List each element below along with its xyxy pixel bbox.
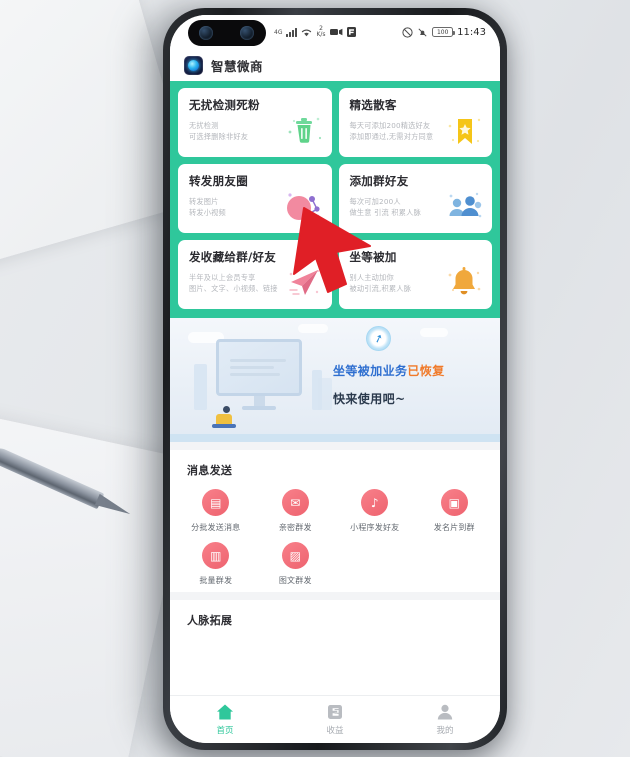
tab-label: 我的 (436, 726, 454, 736)
earnings-icon (328, 705, 342, 719)
grid-item-image-text[interactable]: ▨ 图文群发 (256, 542, 336, 586)
banner-line2: 快来使用吧~ (333, 392, 406, 406)
trash-bin-icon (284, 110, 324, 150)
grid-item-label: 发名片到群 (433, 523, 475, 532)
banner-line1-status: 已恢复 (407, 364, 445, 378)
grid-item-label: 小程序发好友 (350, 523, 400, 532)
vpn-icon (346, 27, 356, 37)
grid-item-batch-message[interactable]: ▤ 分批发送消息 (176, 489, 256, 533)
alarm-off-icon (418, 27, 427, 37)
grid-item-bulk-send[interactable]: ▥ 批量群发 (176, 542, 256, 586)
tab-label: 首页 (216, 726, 234, 736)
name-card-icon: ▣ (440, 489, 468, 516)
grid-item-label: 分批发送消息 (191, 523, 241, 532)
banner-text: 坐等被加业务已恢复 快来使用吧~ (333, 362, 445, 407)
grid-item-label: 批量群发 (199, 576, 233, 585)
phone-screen: 4G 2 K/s 100 11:43 智慧微商 无扰检测死粉 无扰检测 可选择删… (170, 15, 500, 743)
status-right-icons: 100 11:43 (402, 15, 486, 49)
page-title: 智慧微商 (211, 58, 264, 74)
photo-scene: 4G 2 K/s 100 11:43 智慧微商 无扰检测死粉 无扰检测 可选择删… (0, 0, 630, 757)
grid-item-label: 图文群发 (278, 576, 312, 585)
status-left-icons: 4G 2 K/s (274, 15, 356, 49)
banner-line1-primary: 坐等被加业务 (333, 364, 408, 378)
section-message-sending: 消息发送 ▤ 分批发送消息 ✉ 亲密群发 ♪ 小程序发好友 ▣ 发名片到群 ▥ … (170, 450, 500, 592)
section-gap (170, 442, 500, 450)
feature-card-forward-moments[interactable]: 转发朋友圈 转发图片 转发小视频 (178, 164, 332, 233)
front-camera-left-icon (199, 26, 213, 40)
grid-item-mini-program[interactable]: ♪ 小程序发好友 (335, 489, 415, 533)
feature-card-send-favorites[interactable]: 发收藏给群/好友 半年及以上会员专享 图片、文字、小视频、链接 (178, 240, 332, 309)
feature-card-detect-dead-fans[interactable]: 无扰检测死粉 无扰检测 可选择删除非好友 (178, 88, 332, 157)
feature-card-wait-to-be-added[interactable]: 坐等被加 别人主动加你 被动引流,积累人脉 (338, 240, 492, 309)
tab-earnings[interactable]: 收益 (280, 703, 390, 736)
wifi-icon (302, 29, 312, 36)
home-icon (217, 704, 233, 720)
clock-label: 11:43 (457, 26, 486, 38)
share-bubble-icon (284, 186, 324, 226)
person-illustration (212, 406, 236, 428)
network-speed-icon: 2 K/s (316, 25, 326, 38)
grid-item-intimate-group[interactable]: ✉ 亲密群发 (256, 489, 336, 533)
tab-profile[interactable]: 我的 (390, 703, 500, 736)
section-network-expansion: 人脉拓展 (170, 600, 500, 652)
section-title: 人脉拓展 (187, 614, 233, 627)
batch-message-icon: ▤ (202, 489, 230, 516)
profile-icon (437, 704, 453, 720)
desktop-monitor-illustration (216, 339, 302, 410)
building-shape (318, 378, 332, 410)
video-icon (329, 28, 342, 36)
section-item-grid: ▤ 分批发送消息 ✉ 亲密群发 ♪ 小程序发好友 ▣ 发名片到群 ▥ 批量群发 … (170, 478, 500, 592)
front-camera-right-icon (240, 26, 254, 40)
feature-card-selected-customers[interactable]: 精选散客 每天可添加200精选好友 添加即通过,无需对方同意 (338, 88, 492, 157)
paper-plane-icon (284, 262, 324, 302)
section-gap (170, 592, 500, 600)
intimate-group-icon: ✉ (281, 489, 309, 516)
mini-program-icon: ♪ (361, 489, 389, 516)
star-bookmark-icon (444, 110, 484, 150)
section-title: 消息发送 (187, 464, 233, 477)
tab-label: 收益 (326, 726, 344, 736)
feature-card-grid: 无扰检测死粉 无扰检测 可选择删除非好友 精选散客 每天可添加200精选好友 添… (170, 81, 500, 318)
phone-device: 4G 2 K/s 100 11:43 智慧微商 无扰检测死粉 无扰检测 可选择删… (163, 8, 507, 750)
banner-bottom-strip (170, 434, 500, 442)
cloud-shape (420, 328, 448, 337)
grid-item-label: 亲密群发 (278, 523, 312, 532)
app-logo-icon (184, 55, 203, 75)
promo-banner[interactable]: ➚ 坐等被加业务已恢复 快来使用吧~ (170, 318, 500, 434)
feature-card-add-group-friends[interactable]: 添加群好友 每次可加200人 做生意 引流 积累人脉 (338, 164, 492, 233)
cloud-shape (298, 324, 328, 333)
dual-camera-punchhole (188, 20, 266, 46)
battery-icon: 100 (432, 27, 456, 37)
rocket-icon: ➚ (366, 326, 391, 351)
status-bar: 4G 2 K/s 100 11:43 (170, 15, 500, 49)
app-header: 智慧微商 (170, 49, 500, 81)
group-people-icon (444, 186, 484, 226)
signal-bars-icon (286, 27, 298, 37)
network-type-label: 4G (274, 28, 283, 36)
bell-icon (444, 262, 484, 302)
mute-icon (402, 26, 413, 38)
bulk-send-icon: ▥ (202, 542, 230, 569)
bottom-tab-bar: 首页 收益 我的 (170, 695, 500, 743)
building-shape (194, 364, 207, 410)
image-text-icon: ▨ (281, 542, 309, 569)
content-page: 消息发送 ▤ 分批发送消息 ✉ 亲密群发 ♪ 小程序发好友 ▣ 发名片到群 ▥ … (170, 442, 500, 652)
tab-home[interactable]: 首页 (170, 703, 280, 736)
grid-item-name-card[interactable]: ▣ 发名片到群 (415, 489, 495, 533)
